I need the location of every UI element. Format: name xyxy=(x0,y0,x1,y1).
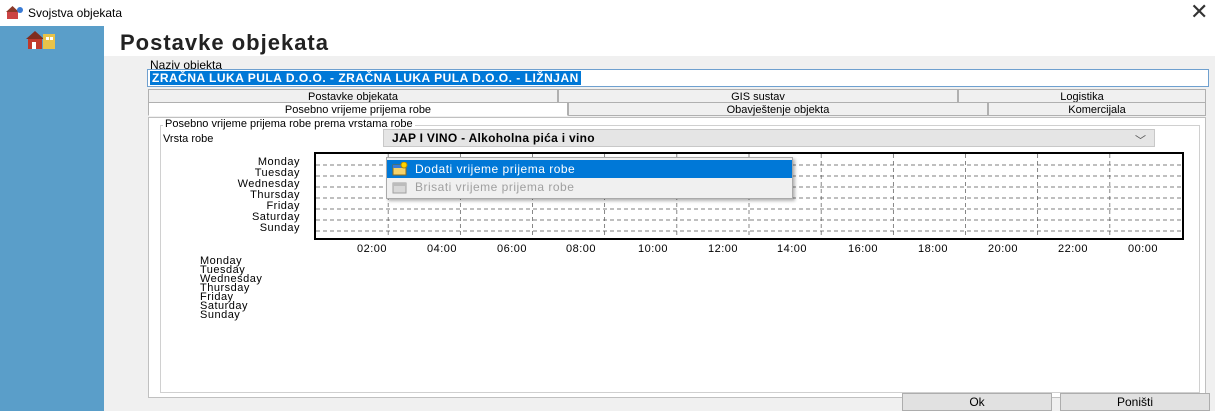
buildings-icon xyxy=(26,31,55,49)
menu-item-dodati[interactable]: Dodati vrijeme prijema robe xyxy=(387,160,792,178)
legend-sunday: Sunday xyxy=(200,309,241,321)
tab-posebno-vrijeme[interactable]: Posebno vrijeme prijema robe xyxy=(148,102,568,116)
cancel-button[interactable]: Poništi xyxy=(1060,393,1210,411)
time-label: 08:00 xyxy=(566,243,597,255)
menu-item-label: Brisati vrijeme prijema robe xyxy=(415,180,575,194)
time-label: 02:00 xyxy=(357,243,388,255)
left-sidebar xyxy=(0,26,104,411)
tab-komercijala[interactable]: Komercijala xyxy=(988,102,1206,116)
vrsta-robe-label: Vrsta robe xyxy=(163,133,214,145)
page-title: Postavke objekata xyxy=(120,30,329,55)
delete-time-icon xyxy=(392,182,407,194)
time-label: 12:00 xyxy=(708,243,739,255)
time-label: 22:00 xyxy=(1058,243,1089,255)
time-label: 18:00 xyxy=(918,243,949,255)
time-label: 06:00 xyxy=(497,243,528,255)
ok-button[interactable]: Ok xyxy=(902,393,1052,411)
title-bar xyxy=(0,0,1215,26)
time-label: 16:00 xyxy=(848,243,879,255)
time-label: 20:00 xyxy=(988,243,1019,255)
time-label: 14:00 xyxy=(777,243,808,255)
day-label-sunday: Sunday xyxy=(259,222,300,234)
context-menu: Dodati vrijeme prijema robe Brisati vrij… xyxy=(386,157,793,199)
app-icon xyxy=(6,6,23,19)
time-label: 00:00 xyxy=(1128,243,1159,255)
add-time-icon xyxy=(392,162,408,176)
vrsta-robe-value: JAP I VINO - Alkoholna pića i vino xyxy=(392,131,595,145)
menu-item-brisati[interactable]: Brisati vrijeme prijema robe xyxy=(387,178,792,196)
schedule-x-axis xyxy=(314,238,1184,240)
vrsta-robe-select[interactable]: JAP I VINO - Alkoholna pića i vino ﹀ xyxy=(383,129,1155,147)
time-label: 04:00 xyxy=(427,243,458,255)
tab-logistika[interactable]: Logistika xyxy=(958,89,1206,103)
naziv-input[interactable]: ZRAČNA LUKA PULA D.O.O. - ZRAČNA LUKA PU… xyxy=(147,69,1209,87)
naziv-value: ZRAČNA LUKA PULA D.O.O. - ZRAČNA LUKA PU… xyxy=(150,71,581,85)
menu-item-label: Dodati vrijeme prijema robe xyxy=(415,162,576,176)
close-button[interactable]: ✕ xyxy=(1190,1,1208,23)
tab-postavke-objekata[interactable]: Postavke objekata xyxy=(148,89,558,103)
tab-gis-sustav[interactable]: GIS sustav xyxy=(558,89,958,103)
group-title: Posebno vrijeme prijema robe prema vrsta… xyxy=(163,118,415,130)
window-title: Svojstva objekata xyxy=(28,6,123,20)
chevron-down-icon: ﹀ xyxy=(1135,135,1146,147)
tab-obavjestenje-objekta[interactable]: Obavještenje objekta xyxy=(568,102,988,116)
time-label: 10:00 xyxy=(638,243,669,255)
